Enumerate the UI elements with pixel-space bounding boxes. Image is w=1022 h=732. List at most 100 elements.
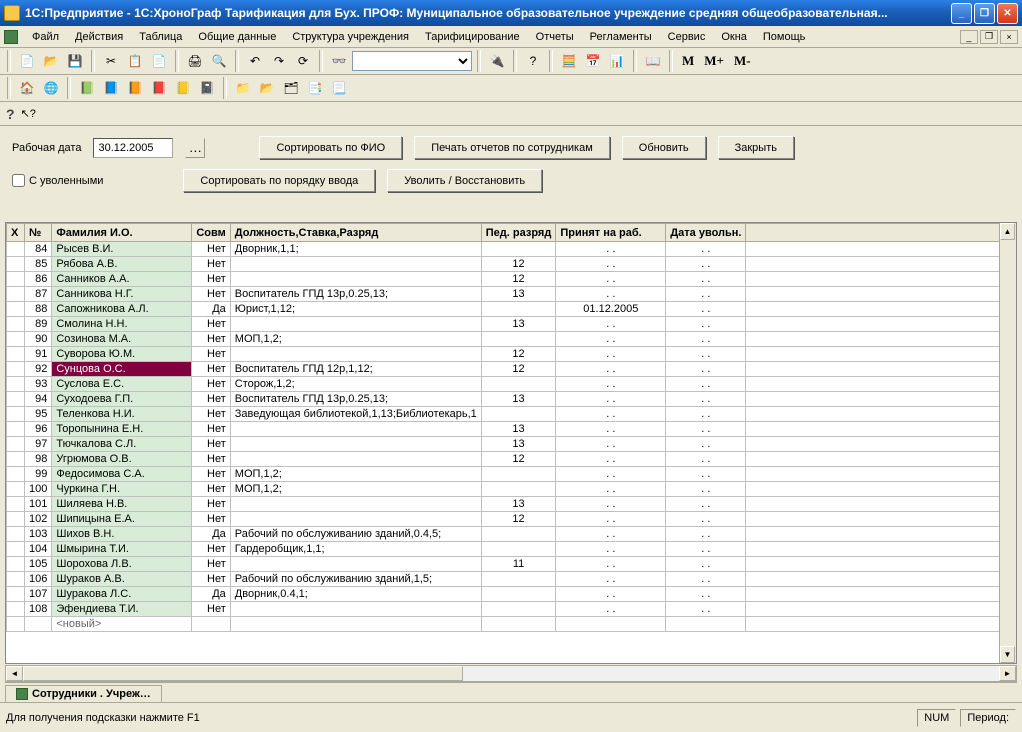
tool2-icon[interactable]: 📘 — [100, 77, 122, 99]
cell-x[interactable] — [7, 377, 25, 392]
cell-pedrank[interactable] — [481, 602, 556, 617]
cell-fired[interactable]: . . — [666, 347, 746, 362]
cell-fired[interactable]: . . — [666, 302, 746, 317]
with-fired-input[interactable] — [12, 174, 25, 187]
table-row[interactable]: 87Санникова Н.Г.НетВоспитатель ГПД 13р,0… — [7, 287, 1016, 302]
search-combo[interactable] — [352, 51, 472, 71]
col-pedrank-header[interactable]: Пед. разряд — [481, 224, 556, 242]
cell-pedrank[interactable]: 12 — [481, 452, 556, 467]
vertical-scrollbar[interactable]: ▲ ▼ — [999, 223, 1016, 663]
table-row[interactable]: 86Санников А.А.Нет12. .. . — [7, 272, 1016, 287]
cell-x[interactable] — [7, 482, 25, 497]
sort-order-button[interactable]: Сортировать по порядку ввода — [183, 169, 375, 192]
cell-num[interactable]: 99 — [25, 467, 52, 482]
table-row[interactable]: 89Смолина Н.Н.Нет13. .. . — [7, 317, 1016, 332]
cell-x[interactable] — [7, 542, 25, 557]
cell-fio[interactable]: Шиляева Н.В. — [52, 497, 192, 512]
cell-sovm[interactable]: Нет — [192, 497, 230, 512]
cell-x[interactable] — [7, 392, 25, 407]
cell-position[interactable]: Гардеробщик,1,1; — [230, 542, 481, 557]
cell-pedrank[interactable]: 13 — [481, 317, 556, 332]
cell-sovm[interactable]: Да — [192, 527, 230, 542]
cell-num[interactable]: 108 — [25, 602, 52, 617]
employees-grid[interactable]: X № Фамилия И.О. Совм Должность,Ставка,Р… — [5, 222, 1017, 664]
table-row[interactable]: 102Шипицына Е.А.Нет12. .. . — [7, 512, 1016, 527]
cell-x[interactable] — [7, 557, 25, 572]
table-row[interactable]: 96Торопынина Е.Н.Нет13. .. . — [7, 422, 1016, 437]
cell-num[interactable]: 94 — [25, 392, 52, 407]
table-row[interactable]: 95Теленкова Н.И.НетЗаведующая библиотеко… — [7, 407, 1016, 422]
table-row[interactable]: 88Сапожникова А.Л.ДаЮрист,1,12;01.12.200… — [7, 302, 1016, 317]
cell-hired[interactable]: . . — [556, 377, 666, 392]
cell-sovm[interactable]: Нет — [192, 242, 230, 257]
cell-sovm[interactable]: Нет — [192, 287, 230, 302]
cell-position[interactable] — [230, 317, 481, 332]
table-row[interactable]: 107Шуракова Л.С.ДаДворник,0.4,1;. .. . — [7, 587, 1016, 602]
menu-Действия[interactable]: Действия — [67, 29, 131, 45]
cell-hired[interactable]: . . — [556, 362, 666, 377]
cell-pedrank[interactable]: 12 — [481, 272, 556, 287]
cell-fio[interactable]: Шуракова Л.С. — [52, 587, 192, 602]
menu-Сервис[interactable]: Сервис — [660, 29, 714, 45]
sort-fio-button[interactable]: Сортировать по ФИО — [259, 136, 402, 159]
cell-hired[interactable]: . . — [556, 572, 666, 587]
col-num-header[interactable]: № — [25, 224, 52, 242]
cell-fired[interactable]: . . — [666, 467, 746, 482]
print-icon[interactable]: 🖨 — [184, 50, 206, 72]
tool3-icon[interactable]: 📙 — [124, 77, 146, 99]
table-row[interactable]: 93Суслова Е.С.НетСторож,1,2;. .. . — [7, 377, 1016, 392]
cell-num[interactable]: 85 — [25, 257, 52, 272]
cell-fio[interactable]: Шипицына Е.А. — [52, 512, 192, 527]
cell-pedrank[interactable] — [481, 377, 556, 392]
memory-m-button[interactable]: M — [678, 53, 698, 69]
work-date-input[interactable] — [93, 138, 173, 158]
cell-position[interactable]: МОП,1,2; — [230, 467, 481, 482]
cell-sovm[interactable]: Нет — [192, 257, 230, 272]
cell-x[interactable] — [7, 587, 25, 602]
scroll-right-button[interactable]: ► — [999, 666, 1016, 681]
cell-x[interactable] — [7, 527, 25, 542]
cell-sovm[interactable]: Нет — [192, 557, 230, 572]
cell-sovm[interactable]: Нет — [192, 377, 230, 392]
cell-fio[interactable]: Торопынина Е.Н. — [52, 422, 192, 437]
cell-sovm[interactable]: Нет — [192, 452, 230, 467]
cell-position[interactable]: Сторож,1,2; — [230, 377, 481, 392]
cell-hired[interactable]: . . — [556, 392, 666, 407]
cell-num[interactable]: 93 — [25, 377, 52, 392]
cell-x[interactable] — [7, 512, 25, 527]
cell-hired[interactable]: . . — [556, 332, 666, 347]
cell-pedrank[interactable]: 12 — [481, 347, 556, 362]
cell-hired[interactable]: . . — [556, 512, 666, 527]
table-row[interactable]: 85Рябова А.В.Нет12. .. . — [7, 257, 1016, 272]
cell-pedrank[interactable]: 12 — [481, 257, 556, 272]
table-row[interactable]: 98Угрюмова О.В.Нет12. .. . — [7, 452, 1016, 467]
cell-position[interactable]: МОП,1,2; — [230, 332, 481, 347]
new-row[interactable]: <новый> — [7, 617, 1016, 632]
cell-pedrank[interactable] — [481, 242, 556, 257]
cell-fired[interactable]: . . — [666, 407, 746, 422]
memory-mminus-button[interactable]: M- — [730, 53, 755, 69]
cell-pedrank[interactable] — [481, 587, 556, 602]
cell-pedrank[interactable]: 13 — [481, 392, 556, 407]
plugin-icon[interactable]: 🔌 — [486, 50, 508, 72]
cell-position[interactable]: Заведующая библиотекой,1,13;Библиотекарь… — [230, 407, 481, 422]
scroll-thumb[interactable] — [23, 666, 463, 681]
cell-hired[interactable]: . . — [556, 587, 666, 602]
new-doc-icon[interactable]: 📄 — [16, 50, 38, 72]
cell-hired[interactable]: . . — [556, 542, 666, 557]
tab-employees[interactable]: Сотрудники . Учреж… — [5, 685, 162, 702]
scroll-track[interactable] — [23, 666, 999, 681]
cell-x[interactable] — [7, 452, 25, 467]
globe-icon[interactable]: 🌐 — [40, 77, 62, 99]
cell-pedrank[interactable] — [481, 482, 556, 497]
cell-position[interactable] — [230, 347, 481, 362]
mdi-minimize-button[interactable]: _ — [960, 30, 978, 44]
cell-num[interactable]: 95 — [25, 407, 52, 422]
cell-fired[interactable]: . . — [666, 587, 746, 602]
menu-Структура учреждения[interactable]: Структура учреждения — [284, 29, 417, 45]
cell-sovm[interactable]: Нет — [192, 512, 230, 527]
cell-hired[interactable]: . . — [556, 467, 666, 482]
cell-fio[interactable]: Федосимова С.А. — [52, 467, 192, 482]
help-icon[interactable]: ? — [522, 50, 544, 72]
cell-sovm[interactable]: Нет — [192, 482, 230, 497]
